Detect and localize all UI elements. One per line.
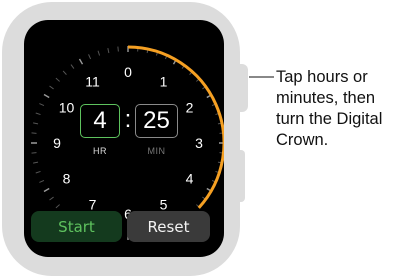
dial-tick: [78, 58, 84, 65]
dial-tick: [70, 64, 75, 69]
dial-number: 2: [186, 100, 194, 116]
dial-tick: [39, 179, 45, 183]
minutes-field[interactable]: 25: [135, 104, 178, 138]
dial-tick: [49, 85, 54, 90]
dial-number: 11: [85, 74, 100, 90]
dial-tick: [33, 122, 39, 125]
dial-tick: [88, 54, 92, 60]
dial-tick: [117, 46, 119, 52]
dial-number: 3: [195, 135, 203, 151]
dial-tick: [97, 50, 101, 56]
dial-number: 1: [160, 74, 168, 90]
dial-tick: [62, 70, 67, 75]
dial-tick: [35, 112, 41, 116]
hours-value: 4: [93, 107, 107, 134]
dial-number: 4: [186, 171, 194, 187]
dial-tick: [33, 161, 39, 164]
time-separator: :: [124, 106, 132, 133]
dial-tick: [31, 152, 37, 154]
hours-field[interactable]: 4: [80, 104, 120, 138]
minutes-label: MIN: [147, 146, 166, 156]
dial-tick: [107, 48, 110, 54]
dial-tick: [55, 77, 60, 82]
dial-number: 10: [59, 100, 75, 116]
dial-number: 9: [53, 135, 61, 151]
dial-tick: [55, 204, 60, 209]
dial-tick: [31, 132, 37, 134]
callout-text: Tap hours or minutes, then turn the Digi…: [276, 68, 383, 149]
dial-tick: [39, 103, 45, 107]
dial-number: 8: [63, 171, 71, 187]
hours-label: HR: [93, 146, 107, 156]
digital-crown[interactable]: [236, 64, 248, 112]
dial-tick: [35, 170, 41, 174]
dial-tick: [43, 93, 50, 99]
start-button[interactable]: Start: [31, 211, 122, 242]
dial-numbers: 01234567891011: [53, 64, 203, 222]
dial-tick: [49, 196, 54, 201]
watch-screen: 01234567891011 4 : 25 HR MIN Start Reset: [24, 20, 224, 257]
dial-number: 0: [124, 64, 132, 80]
side-button[interactable]: [236, 150, 245, 202]
reset-button[interactable]: Reset: [127, 211, 210, 242]
minutes-value: 25: [143, 107, 170, 134]
dial-tick: [43, 187, 50, 193]
